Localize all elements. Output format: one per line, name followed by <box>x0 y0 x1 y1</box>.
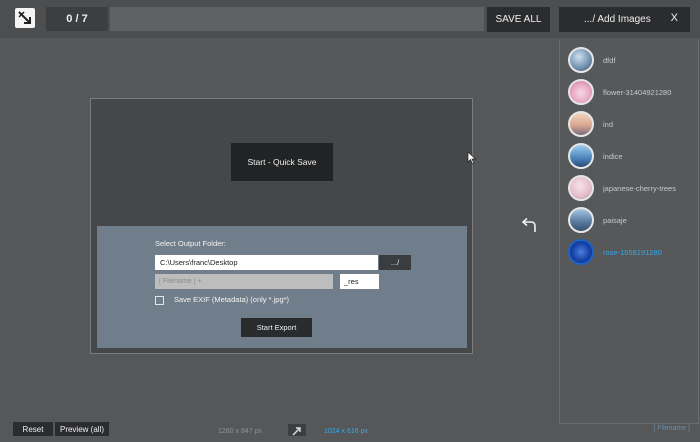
image-thumbnail <box>568 207 594 233</box>
image-filename: indice <box>603 151 623 161</box>
image-thumbnail <box>568 79 594 105</box>
undo-icon[interactable] <box>519 217 539 233</box>
resize-mode-graphic <box>292 427 301 436</box>
image-list-item[interactable]: dfdf <box>568 45 698 75</box>
browse-folder-button[interactable]: .../ <box>379 255 411 270</box>
image-list-item[interactable]: rose-1658191280 <box>568 237 698 267</box>
image-list-item[interactable]: ind <box>568 109 698 139</box>
quick-save-button[interactable]: Start - Quick Save <box>231 143 333 181</box>
resize-arrow-icon[interactable] <box>15 8 35 28</box>
save-all-button[interactable]: SAVE ALL <box>487 7 550 32</box>
image-thumbnail <box>568 175 594 201</box>
start-export-button[interactable]: Start Export <box>241 318 312 337</box>
undo-icon-graphic <box>521 217 536 232</box>
save-exif-checkbox[interactable] <box>155 296 164 305</box>
image-thumbnail <box>568 239 594 265</box>
image-filename: flower-31404921280 <box>603 87 672 97</box>
image-thumbnail <box>568 143 594 169</box>
image-list: dfdf flower-31404921280 ind indice japan… <box>559 40 699 432</box>
output-folder-input[interactable] <box>155 255 378 270</box>
add-images-button[interactable]: .../ Add Images X <box>559 7 690 32</box>
image-list-item[interactable]: japanese-cherry-trees <box>568 173 698 203</box>
image-list-item[interactable]: indice <box>568 141 698 171</box>
mouse-cursor-graphic <box>467 151 477 165</box>
image-list-item[interactable]: flower-31404921280 <box>568 77 698 107</box>
top-bar: 0 / 7 SAVE ALL .../ Add Images X <box>0 0 700 38</box>
image-filename: dfdf <box>603 55 616 65</box>
image-thumbnail <box>568 47 594 73</box>
close-icon[interactable]: X <box>671 12 678 24</box>
image-filename: rose-1658191280 <box>603 247 662 257</box>
image-filename: ind <box>603 119 614 129</box>
mouse-cursor-icon <box>467 151 477 165</box>
image-filename: japanese-cherry-trees <box>603 183 676 193</box>
save-exif-label: Save EXIF (Metadata) (only *.jpg*) <box>174 295 290 304</box>
add-images-label: .../ Add Images <box>584 14 651 25</box>
filename-suffix-input[interactable] <box>340 274 379 289</box>
resize-mode-icon[interactable] <box>288 424 306 436</box>
save-dialog: Start - Quick Save Select Output Folder:… <box>90 98 473 354</box>
output-folder-label: Select Output Folder: <box>155 239 226 248</box>
image-list-item[interactable]: paisaje <box>568 205 698 235</box>
resize-arrow-icon-graphic <box>18 11 31 24</box>
image-filename: paisaje <box>603 215 627 225</box>
image-thumbnail <box>568 111 594 137</box>
filename-prefix-input[interactable] <box>155 274 333 289</box>
image-counter: 0 / 7 <box>46 7 108 31</box>
filename-label: [ Filename ] <box>653 425 690 432</box>
toolbar-strip <box>110 7 484 31</box>
export-settings: Select Output Folder: .../ Save EXIF (Me… <box>97 226 467 348</box>
